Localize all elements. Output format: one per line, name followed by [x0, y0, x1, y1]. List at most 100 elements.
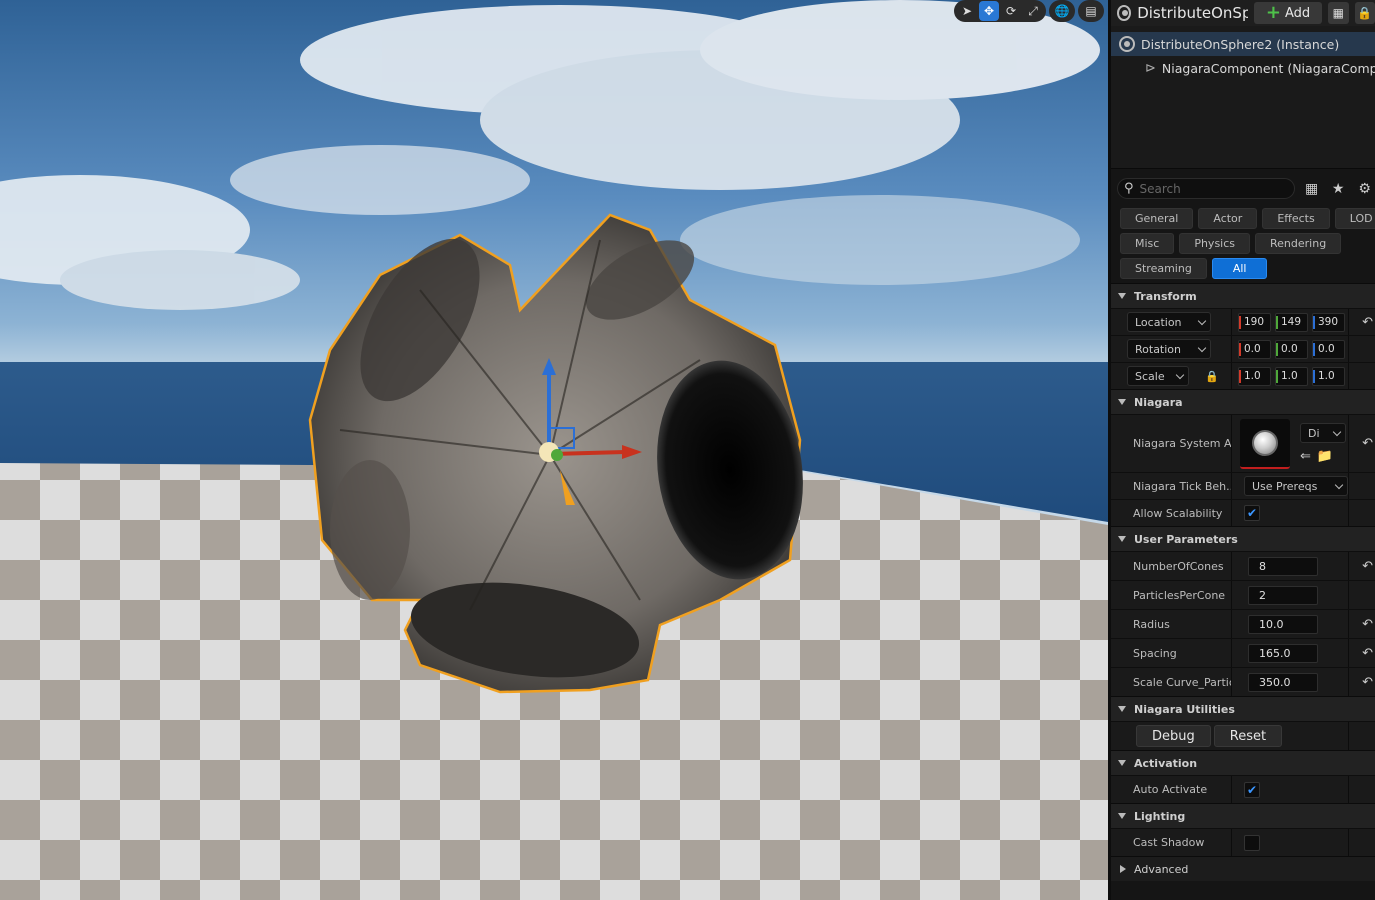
location-z-field[interactable]: 390 [1312, 312, 1345, 332]
location-y-field[interactable]: 149 [1275, 312, 1308, 332]
filter-lod[interactable]: LOD [1334, 208, 1375, 229]
reset-system-asset-icon[interactable]: ↶ [1362, 436, 1373, 451]
surface-snap-icon[interactable]: ▤ [1081, 1, 1101, 21]
settings-gear-icon[interactable]: ⚙ [1354, 181, 1375, 197]
reset-spacing-icon[interactable]: ↶ [1362, 646, 1373, 661]
world-space-icon[interactable]: 🌐 [1052, 1, 1072, 21]
section-niagara-utilities[interactable]: Niagara Utilities [1111, 696, 1375, 721]
chevron-down-icon [1197, 343, 1207, 352]
tree-item-label: DistributeOnSphere2 (Instance) [1141, 36, 1340, 52]
radius-field[interactable]: 10.0 [1248, 614, 1318, 634]
tree-item-niagara-component[interactable]: ⊳ NiagaraComponent (NiagaraComponent0) [1111, 56, 1375, 80]
use-selected-asset-icon[interactable]: ⇐ [1300, 449, 1311, 464]
rotation-y-field[interactable]: 0.0 [1275, 339, 1308, 359]
rotation-mode-dropdown[interactable]: Rotation [1127, 339, 1211, 359]
scale-label: Scale [1135, 369, 1165, 383]
auto-activate-checkbox[interactable]: ✔ [1244, 781, 1260, 798]
particles-per-cone-field[interactable]: 2 [1248, 585, 1318, 605]
auto-activate-row: Auto Activate ✔ [1111, 775, 1375, 803]
scale-y-field[interactable]: 1.0 [1275, 366, 1308, 386]
filter-streaming[interactable]: Streaming [1120, 258, 1207, 279]
filter-all[interactable]: All [1211, 258, 1268, 279]
location-x-field[interactable]: 190 [1238, 312, 1271, 332]
scale-curve-field[interactable]: 350.0 [1248, 672, 1318, 692]
search-icon: ⚲ [1124, 181, 1134, 196]
filter-effects[interactable]: Effects [1262, 208, 1330, 229]
plus-icon: + [1265, 2, 1281, 23]
section-activation[interactable]: Activation [1111, 750, 1375, 775]
spacing-field[interactable]: 165.0 [1248, 643, 1318, 663]
niagara-system-thumbnail[interactable] [1240, 418, 1290, 469]
favorites-star-icon[interactable]: ★ [1328, 181, 1349, 197]
param-spacing-row: Spacing 165.0 ↶ [1111, 638, 1375, 667]
section-advanced[interactable]: Advanced [1111, 856, 1375, 881]
section-lighting[interactable]: Lighting [1111, 803, 1375, 828]
number-of-cones-field[interactable]: 8 [1248, 556, 1318, 576]
rotation-x-field[interactable]: 0.0 [1238, 339, 1271, 359]
section-niagara[interactable]: Niagara [1111, 389, 1375, 414]
param-radius-row: Radius 10.0 ↶ [1111, 609, 1375, 638]
details-search-row: ⚲ ▦ ★ ⚙ [1111, 168, 1375, 208]
section-title: User Parameters [1134, 532, 1238, 546]
chevron-down-icon [1175, 370, 1185, 379]
search-input[interactable] [1139, 181, 1290, 196]
param-label: NumberOfCones [1133, 559, 1224, 573]
add-component-button[interactable]: + Add [1253, 2, 1323, 24]
reset-radius-icon[interactable]: ↶ [1362, 617, 1373, 632]
param-number-of-cones-row: NumberOfCones 8 ↶ [1111, 551, 1375, 580]
select-icon[interactable]: ➤ [957, 1, 977, 21]
scale-icon[interactable]: ⤢ [1023, 1, 1043, 21]
lock-scale-icon[interactable]: 🔒 [1205, 370, 1219, 383]
niagara-system-asset-dropdown[interactable]: Di [1300, 423, 1346, 443]
level-viewport[interactable]: ➤ ✥ ⟳ ⤢ 🌐 ▤ [0, 0, 1108, 900]
scale-mode-dropdown[interactable]: Scale [1127, 366, 1189, 386]
section-transform[interactable]: Transform [1111, 283, 1375, 308]
scale-x-field[interactable]: 1.0 [1238, 366, 1271, 386]
rotate-icon[interactable]: ⟳ [1001, 1, 1021, 21]
reset-button[interactable]: Reset [1213, 725, 1283, 747]
cast-shadow-checkbox[interactable] [1244, 834, 1260, 851]
location-row: Location 190 149 390 ↶ [1111, 308, 1375, 335]
translate-icon[interactable]: ✥ [979, 1, 999, 21]
search-box[interactable]: ⚲ [1117, 178, 1296, 199]
allow-scalability-checkbox[interactable]: ✔ [1244, 505, 1260, 521]
filter-actor[interactable]: Actor [1198, 208, 1258, 229]
param-label: Scale Curve_Particl [1133, 675, 1231, 689]
blueprint-icon[interactable]: ▦ [1328, 2, 1349, 24]
viewport-scene[interactable] [0, 0, 1108, 900]
collapse-arrow-icon [1118, 293, 1126, 299]
filter-general[interactable]: General [1120, 208, 1194, 229]
location-label: Location [1135, 315, 1182, 329]
tree-item-root[interactable]: DistributeOnSphere2 (Instance) [1111, 32, 1375, 56]
surface-snap-group: ▤ [1078, 0, 1104, 22]
scale-z-field[interactable]: 1.0 [1312, 366, 1345, 386]
rotation-row: Rotation 0.0 0.0 0.0 [1111, 335, 1375, 362]
sky-clouds [0, 0, 1100, 310]
reset-number-of-cones-icon[interactable]: ↶ [1362, 559, 1373, 574]
niagara-component-icon: ⊳ [1145, 60, 1156, 76]
section-title: Niagara [1134, 395, 1183, 409]
reset-location-icon[interactable]: ↶ [1362, 315, 1373, 330]
actor-instance-icon [1119, 36, 1135, 52]
location-mode-dropdown[interactable]: Location [1127, 312, 1211, 332]
tick-behavior-dropdown[interactable]: Use Prereqs [1244, 476, 1348, 496]
chevron-down-icon [1334, 480, 1344, 489]
property-matrix-icon[interactable]: ▦ [1301, 181, 1322, 197]
debug-button[interactable]: Debug [1136, 725, 1211, 747]
asset-thumbnail-icon [1252, 429, 1278, 456]
filter-physics[interactable]: Physics [1179, 233, 1251, 254]
collapse-arrow-icon [1118, 706, 1126, 712]
viewport-toolbar: ➤ ✥ ⟳ ⤢ 🌐 ▤ [950, 0, 1108, 22]
browse-asset-icon[interactable]: 📁 [1317, 449, 1333, 464]
component-tree: DistributeOnSphere2 (Instance) ⊳ Niagara… [1111, 26, 1375, 168]
filter-misc[interactable]: Misc [1120, 233, 1175, 254]
reset-scale-curve-icon[interactable]: ↶ [1362, 675, 1373, 690]
rotation-z-field[interactable]: 0.0 [1312, 339, 1345, 359]
allow-scalability-label: Allow Scalability [1133, 506, 1223, 520]
section-user-parameters[interactable]: User Parameters [1111, 526, 1375, 551]
filter-rendering[interactable]: Rendering [1255, 233, 1342, 254]
param-label: Spacing [1133, 646, 1177, 660]
scale-row: Scale 🔒 1.0 1.0 1.0 [1111, 362, 1375, 389]
lock-panel-icon[interactable]: 🔒 [1354, 2, 1375, 24]
niagara-tick-behavior-row: Niagara Tick Beh... Use Prereqs [1111, 472, 1375, 499]
